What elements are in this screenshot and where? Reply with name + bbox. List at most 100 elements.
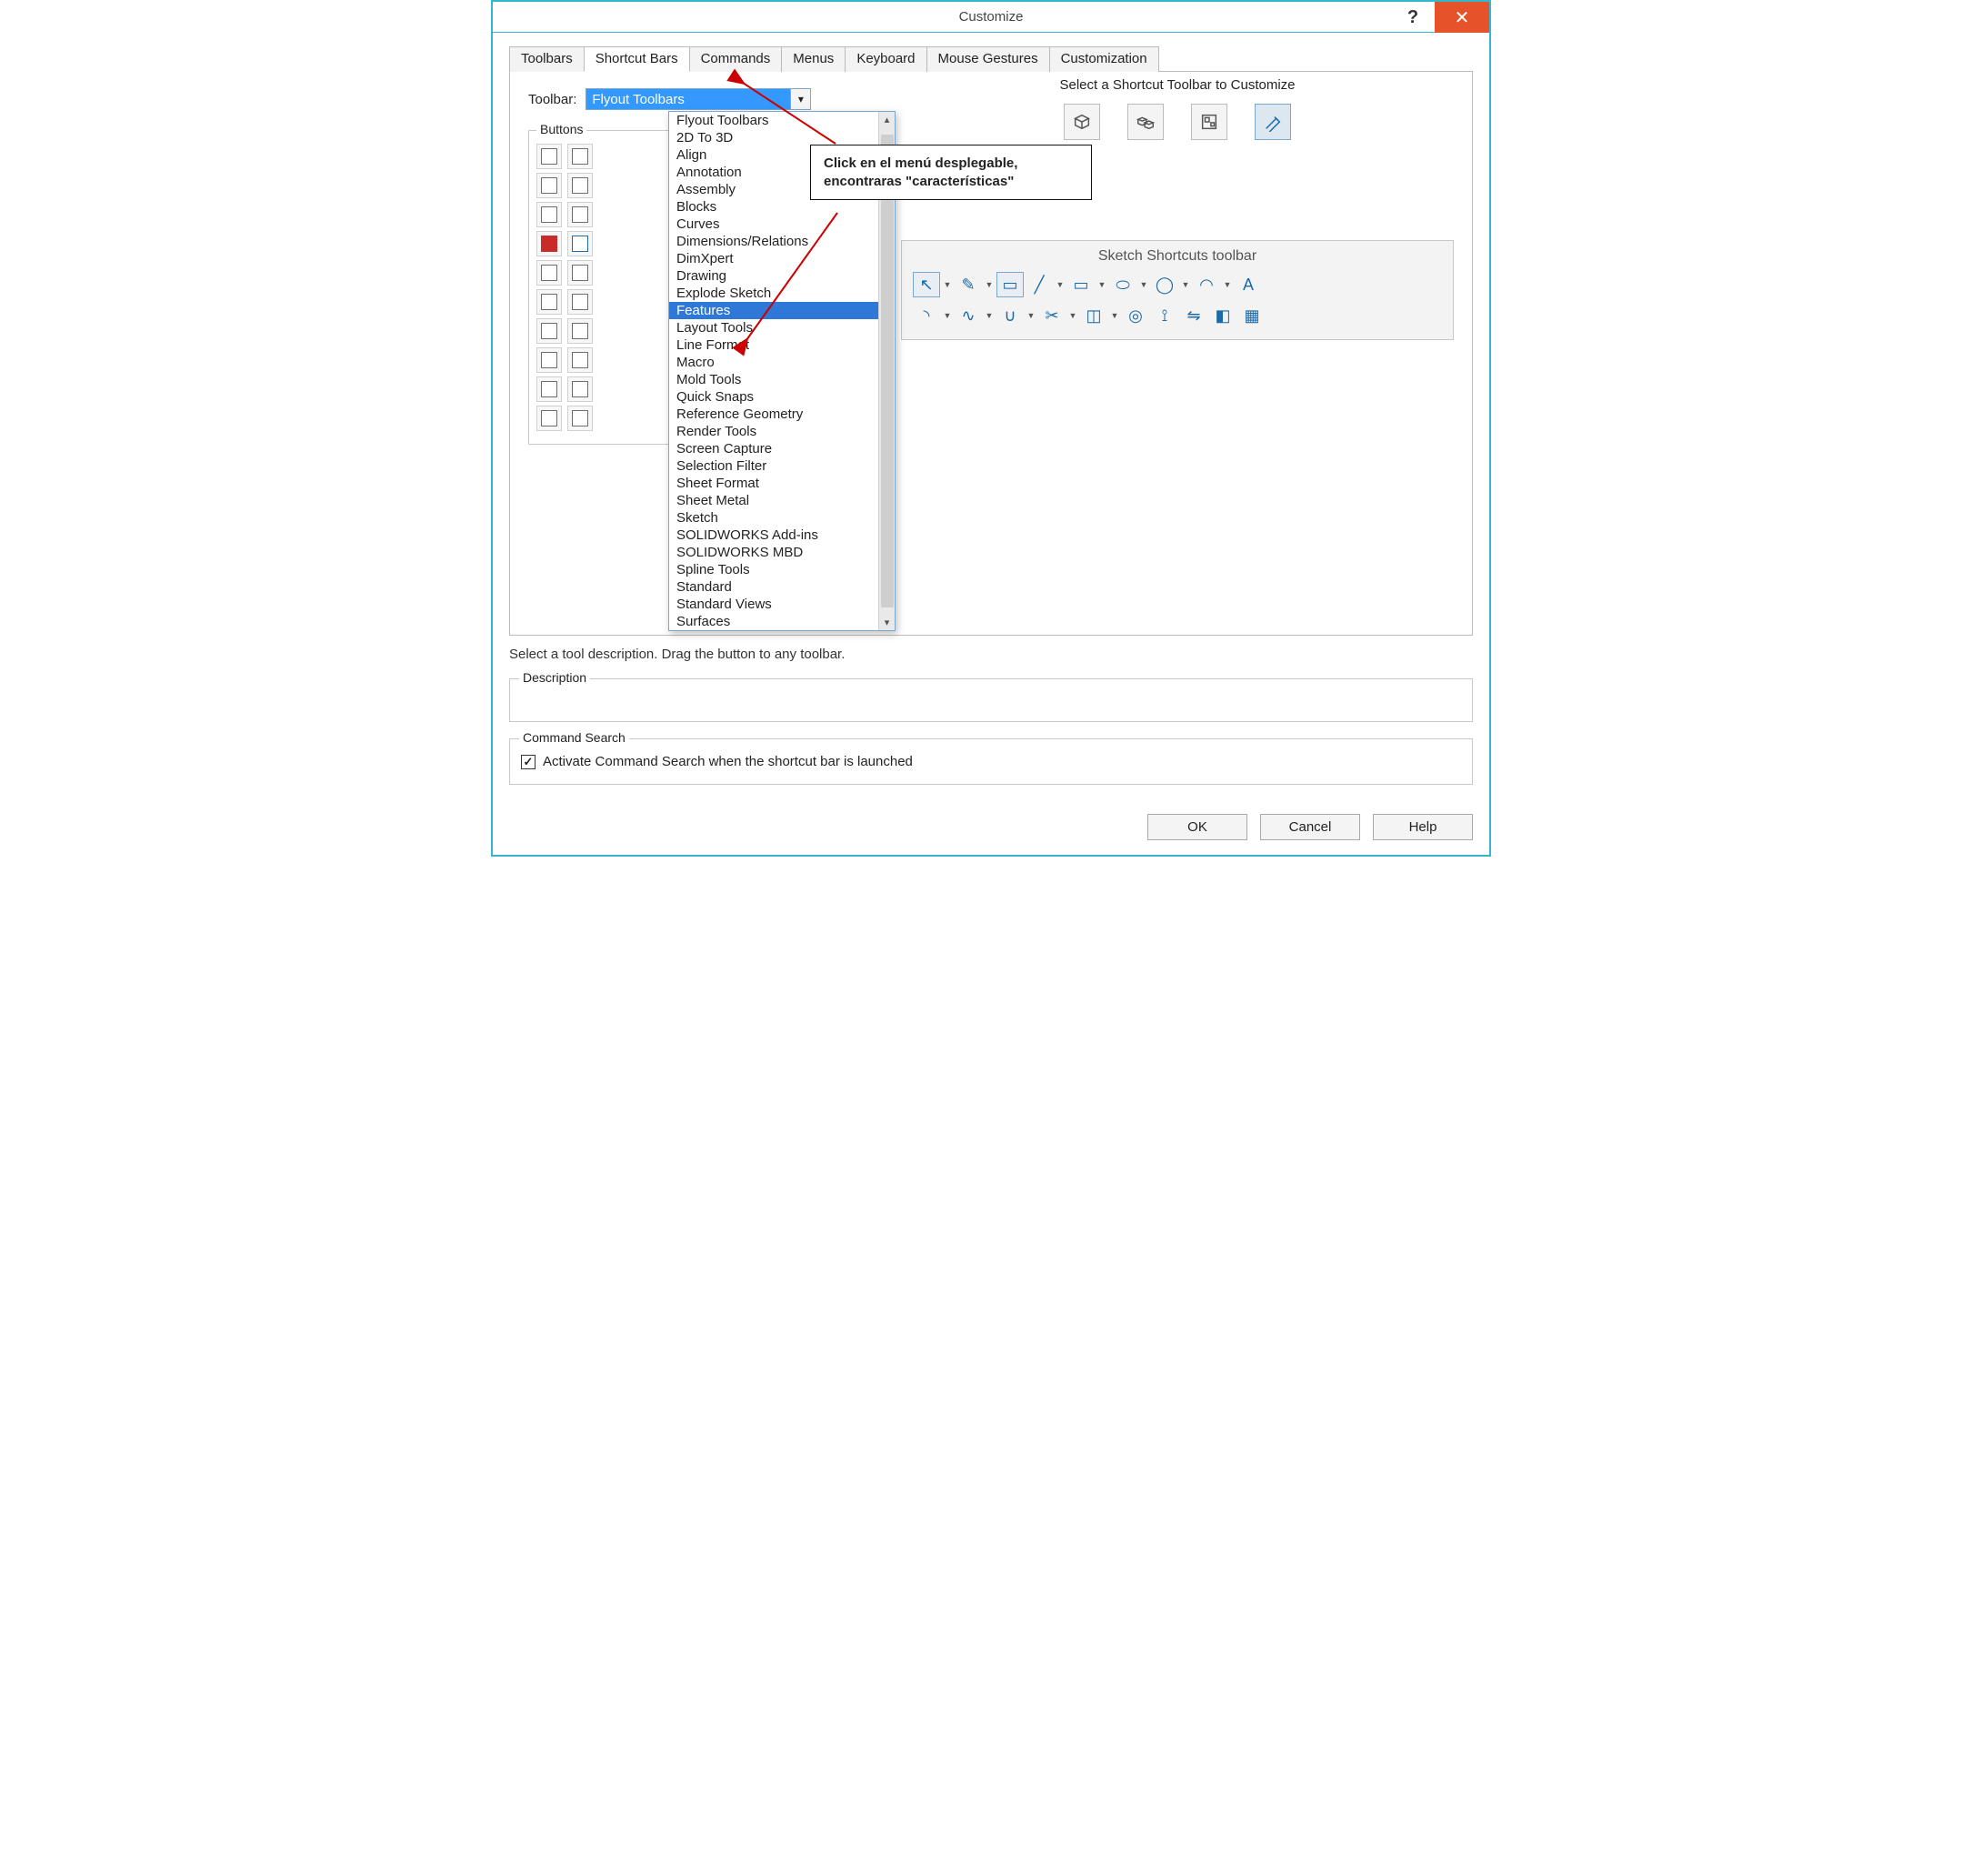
dropdown-caret-icon[interactable]: ▼ [984,303,995,328]
line-icon[interactable]: ╱ [1026,272,1053,297]
box-icon[interactable]: ◫ [1080,303,1107,328]
tab-keyboard[interactable]: Keyboard [845,46,926,72]
dropdown-item[interactable]: Sheet Format [669,475,878,492]
palette-icon[interactable] [567,144,593,169]
grid-icon[interactable]: ▦ [1238,303,1266,328]
cube-icon[interactable]: ◧ [1209,303,1236,328]
mirror-icon[interactable]: ⇋ [1180,303,1207,328]
dropdown-item[interactable]: Features [669,302,878,319]
dropdown-item[interactable]: Sketch [669,509,878,527]
cancel-button[interactable]: Cancel [1260,814,1360,840]
dropdown-caret-icon[interactable]: ▼ [1109,303,1120,328]
close-icon[interactable]: ✕ [1435,2,1489,33]
tab-shortcut-bars[interactable]: Shortcut Bars [584,46,690,72]
arc-icon[interactable]: ◠ [1193,272,1220,297]
help-button[interactable]: Help [1373,814,1473,840]
dropdown-item[interactable]: Dimensions/Relations [669,233,878,250]
smart-dimension-icon[interactable]: ✎ [955,272,982,297]
tab-customization[interactable]: Customization [1049,46,1159,72]
dropdown-item[interactable]: Macro [669,354,878,371]
palette-icon[interactable] [567,202,593,227]
dropdown-caret-icon[interactable]: ▼ [1067,303,1078,328]
palette-icon[interactable] [567,318,593,344]
dropdown-caret-icon[interactable]: ▼ [1096,272,1107,297]
dropdown-item[interactable]: Reference Geometry [669,406,878,423]
dropdown-item[interactable]: Line Format [669,336,878,354]
dropdown-caret-icon[interactable]: ▼ [942,272,953,297]
tab-commands[interactable]: Commands [689,46,783,72]
offset-icon[interactable]: ◎ [1122,303,1149,328]
command-search-checkbox[interactable]: ✓ [521,755,536,769]
toolbar-combobox[interactable]: Flyout Toolbars ▾ [586,88,811,110]
palette-icon[interactable] [536,231,562,256]
dropdown-item[interactable]: Standard [669,578,878,596]
mirror-left-icon[interactable]: ⟟ [1151,303,1178,328]
dropdown-item[interactable]: Screen Capture [669,440,878,457]
palette-icon[interactable] [567,376,593,402]
dropdown-item[interactable]: SOLIDWORKS Add-ins [669,527,878,544]
circle-icon[interactable]: ◯ [1151,272,1178,297]
fillet-icon[interactable]: ◝ [913,303,940,328]
dropdown-caret-icon[interactable]: ▼ [942,303,953,328]
dropdown-caret-icon[interactable]: ▼ [1180,272,1191,297]
palette-icon[interactable] [536,173,562,198]
dropdown-item[interactable]: Mold Tools [669,371,878,388]
dropdown-caret-icon[interactable]: ▼ [1026,303,1036,328]
select-tool-icon[interactable]: ↖ [913,272,940,297]
dropdown-item[interactable]: SOLIDWORKS MBD [669,544,878,561]
slot-icon[interactable]: ⬭ [1109,272,1136,297]
dropdown-item[interactable]: Render Tools [669,423,878,440]
palette-icon[interactable] [536,144,562,169]
palette-icon[interactable] [536,347,562,373]
dropdown-item[interactable]: Selection Filter [669,457,878,475]
ok-button[interactable]: OK [1147,814,1247,840]
dropdown-item[interactable]: Blocks [669,198,878,216]
dropdown-caret-icon[interactable]: ▼ [984,272,995,297]
dropdown-item[interactable]: Flyout Toolbars [669,112,878,129]
rectangle-icon[interactable]: ▭ [1067,272,1095,297]
titlebar: Customize ? ✕ [493,2,1489,33]
dropdown-item[interactable]: Spline Tools [669,561,878,578]
palette-icon[interactable] [536,406,562,431]
spline-icon[interactable]: ∿ [955,303,982,328]
parabola-icon[interactable]: ∪ [996,303,1024,328]
palette-icon[interactable] [536,376,562,402]
palette-icon[interactable] [567,173,593,198]
tab-menus[interactable]: Menus [781,46,846,72]
chevron-down-icon[interactable]: ▾ [790,89,810,109]
corner-rectangle-icon[interactable]: ▭ [996,272,1024,297]
palette-icon[interactable] [567,289,593,315]
scroll-up-icon[interactable]: ▴ [885,114,890,125]
dropdown-item[interactable]: Standard Views [669,596,878,613]
palette-icon[interactable] [567,406,593,431]
dropdown-caret-icon[interactable]: ▼ [1138,272,1149,297]
dropdown-item[interactable]: Curves [669,216,878,233]
dropdown-item[interactable]: Quick Snaps [669,388,878,406]
dropdown-caret-icon[interactable]: ▼ [1055,272,1066,297]
assembly-shortcut-icon[interactable] [1127,104,1164,140]
help-icon[interactable]: ? [1391,2,1435,33]
palette-icon[interactable] [567,231,593,256]
dropdown-item[interactable]: Explode Sketch [669,285,878,302]
part-shortcut-icon[interactable] [1064,104,1100,140]
palette-icon[interactable] [567,260,593,286]
text-icon[interactable]: A [1235,272,1262,297]
dropdown-item[interactable]: DimXpert [669,250,878,267]
tab-mouse-gestures[interactable]: Mouse Gestures [926,46,1050,72]
palette-icon[interactable] [536,202,562,227]
palette-icon[interactable] [567,347,593,373]
palette-icon[interactable] [536,289,562,315]
dropdown-item[interactable]: Surfaces [669,613,878,630]
scroll-thumb[interactable] [881,135,894,607]
palette-icon[interactable] [536,318,562,344]
sketch-shortcut-icon[interactable] [1255,104,1291,140]
dropdown-item[interactable]: Layout Tools [669,319,878,336]
dropdown-item[interactable]: Sheet Metal [669,492,878,509]
trim-icon[interactable]: ✂ [1038,303,1066,328]
scroll-down-icon[interactable]: ▾ [885,617,890,628]
dropdown-item[interactable]: Drawing [669,267,878,285]
dropdown-caret-icon[interactable]: ▼ [1222,272,1233,297]
tab-toolbars[interactable]: Toolbars [509,46,585,72]
drawing-shortcut-icon[interactable] [1191,104,1227,140]
palette-icon[interactable] [536,260,562,286]
